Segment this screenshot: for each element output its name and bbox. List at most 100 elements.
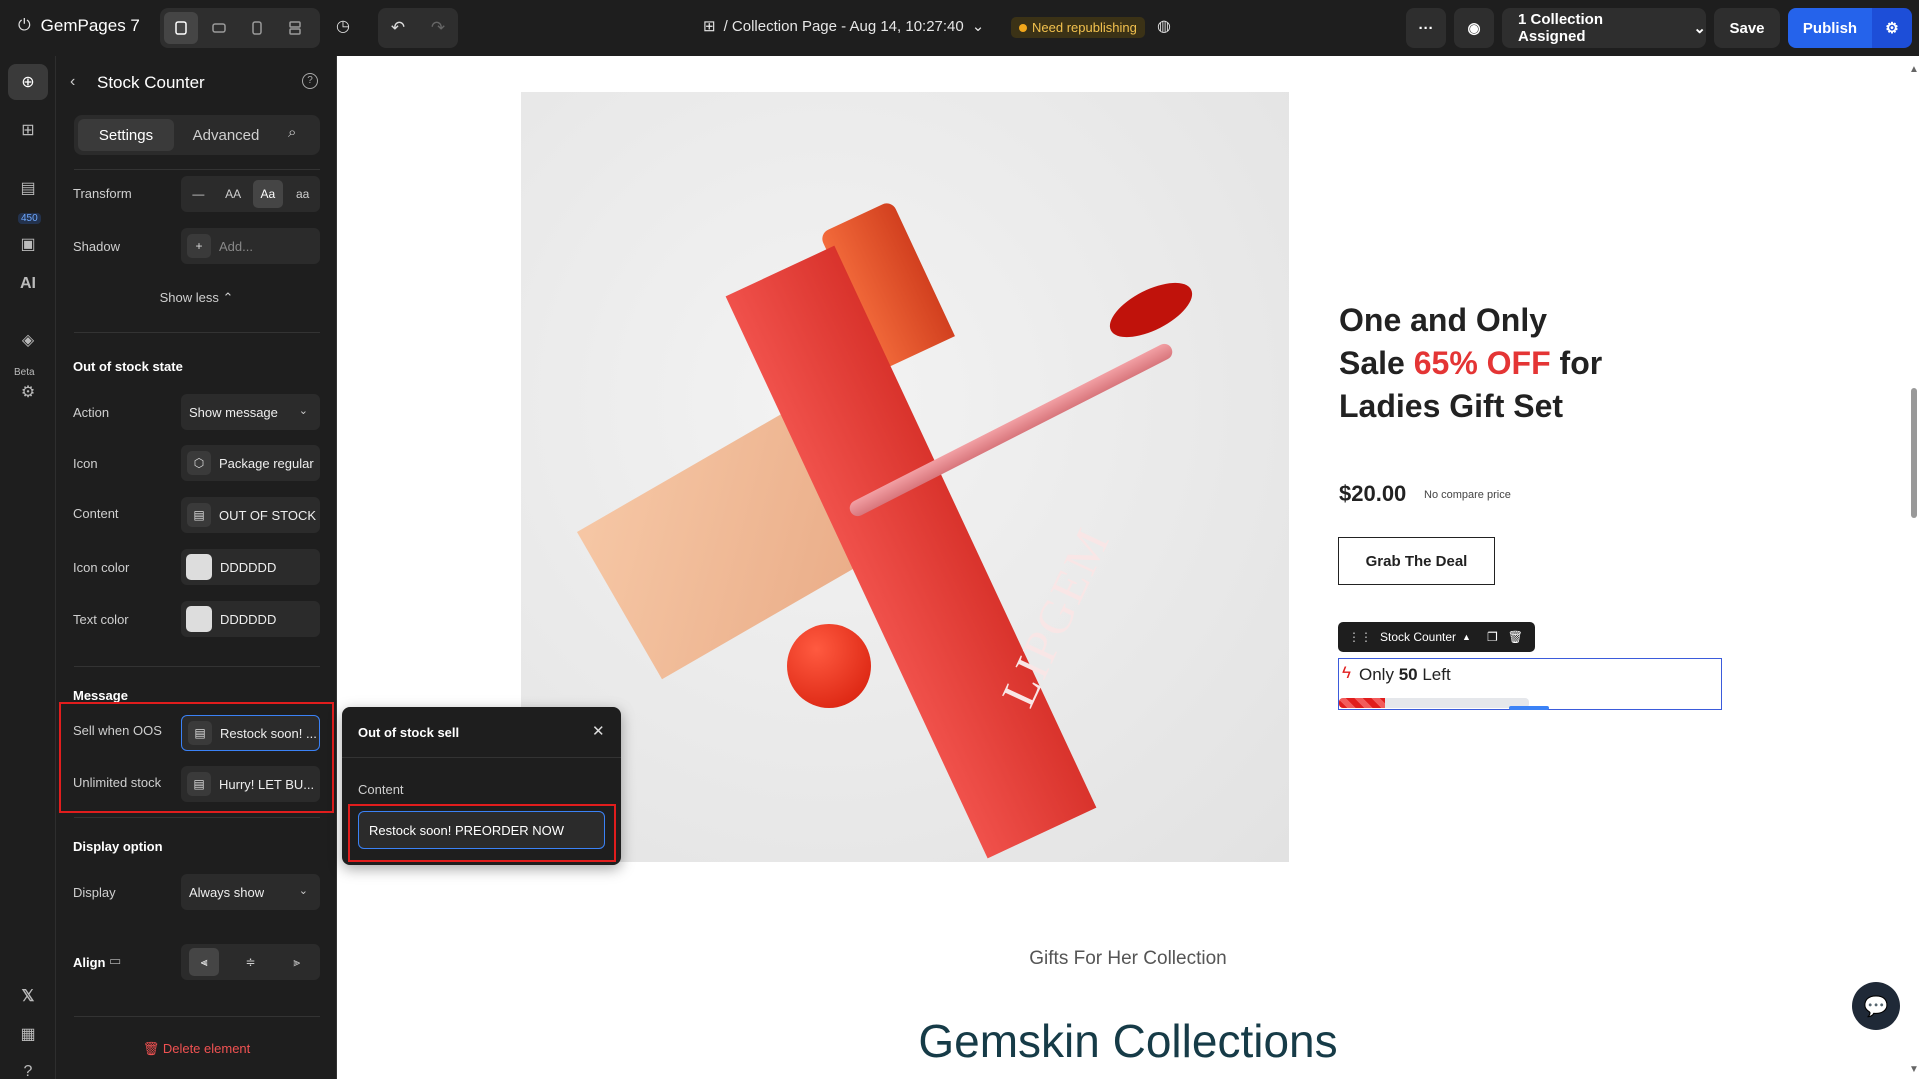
message-section-title: Message [73,688,128,703]
publish-button[interactable]: Publish [1788,8,1872,48]
stock-progress-bar [1339,698,1529,708]
divider [342,757,621,758]
redo-icon[interactable]: ↷ [418,18,458,38]
help-icon[interactable]: ? [8,1054,48,1079]
undo-icon[interactable]: ↶ [378,18,418,38]
undo-redo-group: ↶ ↷ [378,8,458,48]
sections-icon[interactable]: ⊞ [8,112,48,148]
action-label: Action [73,405,110,420]
action-select[interactable]: Show message ⌄ [181,394,320,430]
stock-only: Only [1359,665,1399,684]
status-badge: Need republishing [1011,17,1145,38]
trash-icon[interactable]: 🗑 [1508,630,1523,644]
transform-none[interactable]: — [183,180,213,208]
message-fields-highlight [59,702,334,813]
trash-icon: 🗑 [142,1041,163,1056]
add-icon[interactable]: ⊕ [8,64,48,100]
pages-icon[interactable]: ▤ [8,170,48,206]
align-center-icon[interactable]: ≑ [235,948,265,976]
history-icon[interactable]: ◷ [336,16,350,36]
text-color-swatch [186,606,212,632]
text-color-picker[interactable]: DDDDDD [181,601,320,637]
mobile-icon[interactable] [240,12,274,44]
align-left-icon[interactable]: ⫷ [189,948,220,976]
shadow-field[interactable]: + Add... [181,228,320,264]
chat-icon[interactable]: 💬 [1852,982,1900,1030]
scroll-down-icon[interactable]: ▼ [1909,1064,1919,1075]
display-label: Display [73,885,116,900]
display-select[interactable]: Always show ⌄ [181,874,320,910]
back-icon[interactable]: ‹ [70,73,75,91]
tab-settings[interactable]: Settings [78,119,174,151]
align-segmented: ⫷ ≑ ⫸ [181,944,320,980]
oos-section-title: Out of stock state [73,359,183,374]
collection-assigned-label: 1 Collection Assigned [1518,11,1604,45]
scrollbar[interactable] [1911,388,1917,518]
content-label: Content [73,506,119,521]
content-value: OUT OF STOCK [219,507,317,523]
compare-price[interactable]: No compare price [1424,489,1511,501]
divider [74,169,320,170]
more-icon[interactable]: ··· [1406,8,1446,48]
popover-content-label: Content [358,782,404,797]
exit-icon[interactable]: ⏻ [18,17,31,35]
icon-color-label: Icon color [73,560,130,575]
divider [74,1016,320,1017]
grab-deal-button[interactable]: Grab The Deal [1338,537,1495,585]
bolt-icon: ϟ [1342,663,1351,682]
save-button[interactable]: Save [1714,8,1780,48]
lipgloss-applicator [1101,271,1201,349]
scroll-up-icon[interactable]: ▲ [1909,64,1919,75]
align-right-icon[interactable]: ⫸ [282,948,312,976]
transform-uppercase[interactable]: AA [218,180,248,208]
product-image[interactable]: LIPGEM [521,92,1289,862]
stock-counter-element[interactable]: ϟ Only 50 Left [1338,658,1722,710]
app-name: GemPages 7 [40,16,140,35]
transform-capitalize[interactable]: Aa [252,180,283,208]
publish-settings-icon[interactable]: ⚙ [1872,8,1912,48]
icon-picker[interactable]: ⬡ Package regular [181,445,320,481]
divider [74,817,320,818]
delete-element-button[interactable]: 🗑 Delete element [56,1041,337,1057]
stock-counter-text: Only 50 Left [1359,665,1451,685]
collection-assigned-dropdown[interactable]: 1 Collection Assigned ⌄ [1502,8,1706,48]
stock-counter-toolbar-label[interactable]: Stock Counter [1380,630,1456,644]
tablet-icon[interactable] [202,12,236,44]
product-brand-text: LIPGEM [991,519,1121,715]
panel-title: Stock Counter [97,73,205,92]
search-icon[interactable]: ⌕ [288,124,296,141]
plugin-icon[interactable]: ⚙ [8,374,48,410]
transform-lowercase[interactable]: aa [288,180,318,208]
stock-left: Left [1417,665,1451,684]
clipboard-icon[interactable]: ▦ [8,1016,48,1052]
headline-for: for [1550,345,1603,381]
text-color-value: DDDDDD [220,611,277,627]
headline-line-3: Ladies Gift Set [1339,388,1564,424]
product-price[interactable]: $20.00 [1339,481,1406,507]
content-field[interactable]: ▤ OUT OF STOCK [181,497,320,533]
left-rail: ⊕ ⊞ ▤ 450 ▣ AI ◈ Beta ⚙ 𝕏 ▦ ? [0,56,56,1079]
close-icon[interactable]: ✕ [592,722,605,740]
action-value: Show message [189,404,278,420]
stock-count: 50 [1398,665,1418,684]
ai-icon[interactable]: AI [8,266,48,302]
layers-icon[interactable]: ◈ [8,322,48,358]
show-less-toggle[interactable]: Show less ⌃ [56,290,337,306]
x-icon[interactable]: 𝕏 [8,978,48,1014]
help-icon[interactable]: ? [302,73,318,89]
eye-icon[interactable]: ◉ [1454,8,1494,48]
product-headline[interactable]: One and Only Sale 65% OFF for Ladies Gif… [1339,299,1602,428]
icon-color-picker[interactable]: DDDDDD [181,549,320,585]
globe-icon[interactable]: ◍ [1157,16,1171,36]
inventory-icon[interactable]: ▣ [8,226,48,262]
desktop-icon[interactable] [164,12,198,44]
collection-subheading: Gifts For Her Collection [1029,948,1227,969]
layout-icon[interactable] [278,12,312,44]
caret-up-icon[interactable]: ▲ [1462,632,1471,642]
copy-icon[interactable]: ❐ [1487,630,1498,644]
resize-handle[interactable] [1509,706,1549,710]
app-logo[interactable]: ⏻ GemPages 7 [18,16,140,36]
tab-advanced[interactable]: Advanced [178,119,274,151]
page-selector[interactable]: ⊞ / Collection Page - Aug 14, 10:27:40 ⌄ [703,17,984,36]
drag-icon[interactable]: ⋮⋮ [1348,630,1372,644]
